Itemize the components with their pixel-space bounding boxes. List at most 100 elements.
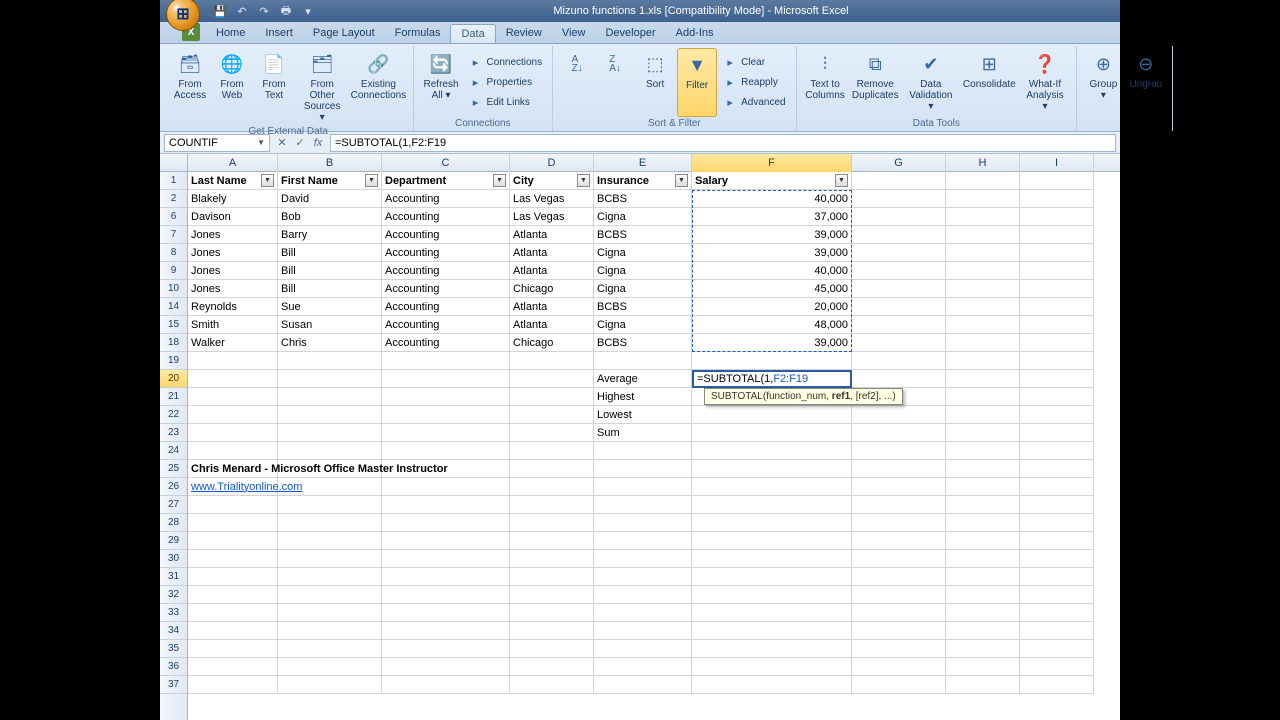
cell[interactable]: Davison	[188, 208, 278, 226]
cell[interactable]	[1020, 622, 1094, 640]
cell[interactable]	[278, 658, 382, 676]
cell[interactable]	[188, 370, 278, 388]
cell[interactable]: Atlanta	[510, 262, 594, 280]
cell[interactable]	[852, 604, 946, 622]
cell[interactable]	[188, 676, 278, 694]
cell[interactable]	[382, 532, 510, 550]
cell[interactable]	[946, 532, 1020, 550]
from-access-button[interactable]: 🗃FromAccess	[170, 48, 210, 125]
cell[interactable]	[594, 604, 692, 622]
cell[interactable]	[1020, 640, 1094, 658]
cell[interactable]: Insurance▼	[594, 172, 692, 190]
cell[interactable]: Jones	[188, 226, 278, 244]
row-header-19[interactable]: 19	[160, 352, 187, 370]
cell[interactable]	[1020, 352, 1094, 370]
cell[interactable]	[278, 370, 382, 388]
formula-input[interactable]: =SUBTOTAL(1,F2:F19	[330, 134, 1116, 152]
cell[interactable]: Bob	[278, 208, 382, 226]
group-button[interactable]: ⊕Group ▾	[1083, 48, 1124, 128]
row-header-31[interactable]: 31	[160, 568, 187, 586]
cell[interactable]: 20,000	[692, 298, 852, 316]
cell[interactable]	[852, 280, 946, 298]
cell[interactable]	[1020, 226, 1094, 244]
tab-home[interactable]: Home	[206, 24, 255, 43]
cell[interactable]	[852, 172, 946, 190]
cell[interactable]: Las Vegas	[510, 208, 594, 226]
sort-button[interactable]: ⬚Sort	[635, 48, 675, 117]
cell[interactable]	[278, 442, 382, 460]
cell[interactable]	[382, 550, 510, 568]
row-header-28[interactable]: 28	[160, 514, 187, 532]
cell[interactable]	[594, 622, 692, 640]
cell[interactable]	[188, 604, 278, 622]
row-header-23[interactable]: 23	[160, 424, 187, 442]
cell[interactable]	[852, 658, 946, 676]
cell[interactable]: 39,000	[692, 244, 852, 262]
cell[interactable]	[946, 586, 1020, 604]
cell[interactable]	[594, 352, 692, 370]
cell[interactable]	[946, 406, 1020, 424]
cell[interactable]	[382, 388, 510, 406]
cell[interactable]	[188, 406, 278, 424]
cell[interactable]: Average	[594, 370, 692, 388]
cell[interactable]	[692, 352, 852, 370]
cell[interactable]	[510, 568, 594, 586]
cell[interactable]	[852, 568, 946, 586]
cell[interactable]	[510, 622, 594, 640]
row-header-10[interactable]: 10	[160, 280, 187, 298]
cell[interactable]	[510, 388, 594, 406]
cell[interactable]	[852, 316, 946, 334]
cell[interactable]	[382, 424, 510, 442]
cell[interactable]	[692, 586, 852, 604]
cell[interactable]	[382, 442, 510, 460]
cell[interactable]	[510, 532, 594, 550]
clear-button[interactable]: ▸Clear	[719, 53, 789, 73]
cell[interactable]	[1020, 424, 1094, 442]
cell[interactable]	[382, 604, 510, 622]
remove-duplicates-button[interactable]: ⧉RemoveDuplicates	[849, 48, 901, 117]
print-icon[interactable]: 🖶	[278, 3, 294, 19]
cell[interactable]	[188, 352, 278, 370]
cell[interactable]	[852, 514, 946, 532]
cell[interactable]: Susan	[278, 316, 382, 334]
cell[interactable]	[692, 406, 852, 424]
cell[interactable]	[188, 586, 278, 604]
cell[interactable]	[946, 550, 1020, 568]
cell[interactable]	[278, 676, 382, 694]
row-header-15[interactable]: 15	[160, 316, 187, 334]
cell[interactable]	[382, 514, 510, 532]
cell[interactable]: Walker	[188, 334, 278, 352]
cell[interactable]	[1020, 496, 1094, 514]
row-header-32[interactable]: 32	[160, 586, 187, 604]
cell[interactable]: 40,000	[692, 262, 852, 280]
reapply-button[interactable]: ▸Reapply	[719, 73, 789, 93]
cell[interactable]	[510, 352, 594, 370]
row-header-1[interactable]: 1	[160, 172, 187, 190]
cell[interactable]	[510, 460, 594, 478]
cell[interactable]: Jones	[188, 244, 278, 262]
cell[interactable]: Barry	[278, 226, 382, 244]
col-header-I[interactable]: I	[1020, 154, 1094, 172]
cell[interactable]: Salary▼	[692, 172, 852, 190]
cell[interactable]	[946, 658, 1020, 676]
from-web-button[interactable]: 🌐FromWeb	[212, 48, 252, 125]
filter-dropdown-icon[interactable]: ▼	[365, 174, 378, 187]
cell[interactable]	[1020, 676, 1094, 694]
cell[interactable]	[946, 226, 1020, 244]
tab-developer[interactable]: Developer	[595, 24, 665, 43]
cell[interactable]	[852, 190, 946, 208]
from-other-sources-button[interactable]: 🗂From OtherSources ▾	[296, 48, 348, 125]
cell[interactable]: Cigna	[594, 208, 692, 226]
cell[interactable]	[1020, 550, 1094, 568]
cell[interactable]: Accounting	[382, 190, 510, 208]
cell[interactable]	[946, 316, 1020, 334]
sort-desc-button[interactable]: ZA↓Z↓A	[597, 48, 633, 117]
cell[interactable]	[852, 460, 946, 478]
cell[interactable]	[1020, 406, 1094, 424]
cell[interactable]	[692, 514, 852, 532]
row-header-18[interactable]: 18	[160, 334, 187, 352]
cell[interactable]	[1020, 208, 1094, 226]
cell[interactable]: Smith	[188, 316, 278, 334]
cell[interactable]	[692, 460, 852, 478]
cell[interactable]: Reynolds	[188, 298, 278, 316]
